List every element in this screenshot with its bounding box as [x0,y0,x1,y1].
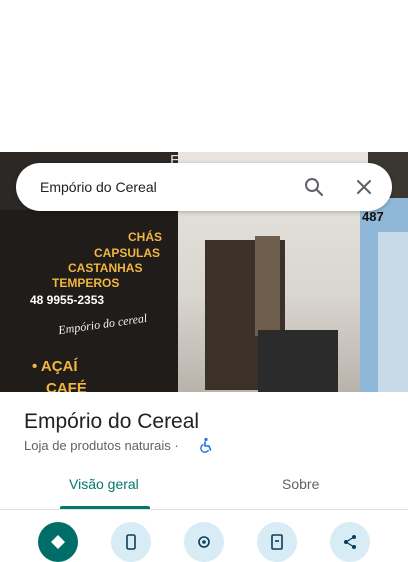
save-icon [271,534,283,550]
place-title: Empório do Cereal [24,410,200,433]
store-counter [258,330,338,392]
sign-line-temperos: TEMPEROS [52,276,120,290]
search-bar[interactable]: Empório do Cereal [16,163,392,211]
search-query[interactable]: Empório do Cereal [40,179,157,195]
storefront-door-glass [378,232,408,392]
sign-acai: • AÇAÍ [32,358,78,375]
location-button[interactable] [184,522,224,562]
location-icon [198,536,210,548]
place-tabs: Visão geral Sobre [0,466,408,510]
sign-brand-script: Empório do cereal [57,310,149,338]
tabs-divider [0,509,408,510]
directions-icon [51,535,65,549]
call-button[interactable] [111,522,151,562]
street-number: 487 [362,210,384,223]
share-button[interactable] [330,522,370,562]
wheelchair-accessible-icon [200,437,212,453]
store-shelf-wood [255,236,280,336]
save-button[interactable] [257,522,297,562]
sign-cafe: CAFÉ [46,380,87,392]
sign-line-capsulas: CAPSULAS [94,246,161,260]
phone-icon [126,534,136,550]
directions-button[interactable] [38,522,78,562]
close-icon[interactable] [352,175,376,199]
tab-visao-geral[interactable]: Visão geral [69,476,139,492]
search-icon[interactable] [302,175,326,199]
sign-line-chas: CHÁS [128,230,163,244]
sign-line-castanhas: CASTANHAS [68,261,143,275]
share-icon [344,535,356,549]
tab-sobre[interactable]: Sobre [282,476,319,492]
sign-phone: 48 9955-2353 [30,293,105,307]
place-category: Loja de produtos naturais · [24,438,179,453]
